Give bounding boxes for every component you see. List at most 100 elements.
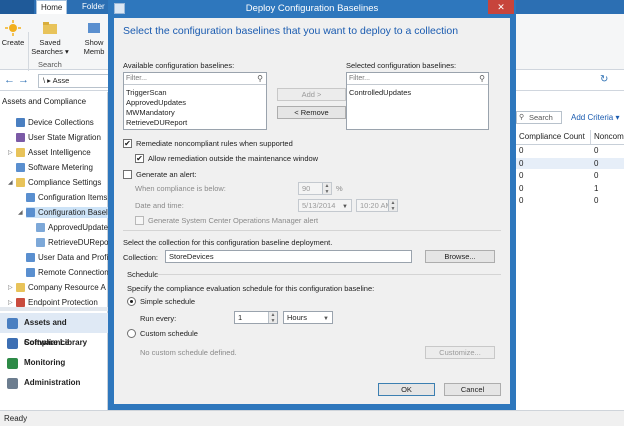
table-cell: 0 bbox=[519, 158, 524, 168]
selected-baselines-list[interactable]: Filter... ⚲ ControlledUpdates bbox=[346, 72, 489, 130]
refresh-icon[interactable]: ↻ bbox=[600, 74, 608, 85]
tree-expander-icon[interactable]: ▷ bbox=[8, 149, 13, 156]
tab-folder[interactable]: Folder bbox=[78, 0, 109, 14]
workspace-icon bbox=[7, 358, 18, 369]
generate-alert-checkbox[interactable] bbox=[123, 170, 132, 179]
tree-item[interactable]: User State Migration bbox=[16, 132, 101, 143]
tree-item[interactable]: RetrieveDUReport bbox=[36, 237, 113, 248]
tree-item[interactable]: Remote Connection P bbox=[26, 267, 116, 278]
status-bar: Ready bbox=[0, 410, 624, 426]
table-cell: 0 bbox=[519, 196, 524, 205]
simple-schedule-radio[interactable] bbox=[127, 297, 136, 306]
tree-node-icon bbox=[16, 283, 25, 293]
saved-searches-button[interactable]: Saved Searches ▾ bbox=[30, 20, 70, 56]
list-item[interactable]: MWMandatory bbox=[126, 108, 175, 118]
tree-item[interactable]: Device Collections bbox=[16, 117, 94, 128]
allow-remediation-checkbox[interactable]: ✔ bbox=[135, 154, 144, 163]
forward-arrow-icon[interactable]: → bbox=[18, 74, 29, 86]
table-cell: 0 bbox=[594, 146, 599, 155]
tree-item[interactable]: Company Resource A bbox=[16, 282, 106, 293]
run-every-unit-select[interactable]: Hours ▼ bbox=[283, 311, 333, 324]
no-custom-schedule-label: No custom schedule defined. bbox=[140, 348, 237, 357]
back-arrow-icon[interactable]: ← bbox=[4, 74, 15, 86]
time-spinner-icon[interactable]: ▲ ▼ bbox=[388, 200, 397, 212]
search-icon: ⚲ bbox=[257, 74, 263, 83]
tree-node-icon bbox=[16, 178, 25, 188]
dialog-titlebar[interactable]: Deploy Configuration Baselines ✕ bbox=[108, 0, 516, 18]
file-tab[interactable] bbox=[0, 0, 34, 14]
tree-expander-icon[interactable]: ▷ bbox=[8, 299, 13, 306]
search-icon: ⚲ bbox=[479, 74, 485, 83]
table-cell: 0 bbox=[519, 146, 524, 155]
create-button[interactable]: Create bbox=[1, 20, 25, 47]
available-baselines-label: Available configuration baselines: bbox=[123, 61, 235, 70]
tree-item[interactable]: Software Metering bbox=[16, 162, 93, 173]
tree-item[interactable]: Compliance Settings bbox=[16, 177, 101, 188]
search-icon: ⚲ bbox=[519, 114, 525, 121]
threshold-spinner-icon[interactable]: ▲ ▼ bbox=[322, 183, 331, 195]
navigation-header: Assets and Compliance bbox=[2, 97, 87, 106]
tree-node-icon bbox=[26, 208, 35, 218]
close-icon[interactable]: ✕ bbox=[488, 0, 514, 14]
alert-date-picker[interactable]: 5/13/2014 ▼ bbox=[298, 199, 352, 212]
selected-baselines-label: Selected configuration baselines: bbox=[346, 61, 457, 70]
tree-item[interactable]: Configuration Items bbox=[26, 192, 107, 203]
percent-label: % bbox=[336, 184, 343, 193]
workspace-item[interactable]: Assets and Compliance bbox=[0, 313, 108, 347]
column-header-divider bbox=[516, 144, 624, 145]
tree-node-icon bbox=[16, 148, 25, 158]
dialog-content: Select the configuration baselines that … bbox=[114, 18, 510, 404]
table-cell: 0 bbox=[594, 171, 599, 180]
dialog-heading: Select the configuration baselines that … bbox=[123, 25, 459, 37]
workspace-icon bbox=[7, 378, 18, 389]
custom-schedule-radio[interactable] bbox=[127, 329, 136, 338]
table-cell: 0 bbox=[594, 158, 599, 168]
table-cell: 0 bbox=[594, 196, 599, 205]
tree-item[interactable]: ApprovedUpdates bbox=[36, 222, 112, 233]
show-members-button[interactable]: Show Memb bbox=[80, 20, 108, 56]
tree-node-icon bbox=[26, 253, 35, 263]
schedule-group-label: Schedule bbox=[127, 270, 159, 279]
list-item[interactable]: RetrieveDUReport bbox=[126, 118, 187, 128]
run-every-spinner-icon[interactable]: ▲ ▼ bbox=[268, 312, 277, 324]
tree-node-icon bbox=[36, 238, 45, 248]
customize-button[interactable]: Customize... bbox=[425, 346, 495, 359]
browse-button[interactable]: Browse... bbox=[425, 250, 495, 263]
workspace-item[interactable]: Monitoring bbox=[0, 353, 108, 373]
remediate-checkbox[interactable]: ✔ bbox=[123, 139, 132, 148]
list-item[interactable]: ControlledUpdates bbox=[349, 88, 411, 98]
chevron-down-icon: ▼ bbox=[323, 316, 329, 322]
navigation-pane: Assets and Compliance Device Collections… bbox=[0, 92, 116, 410]
run-every-input[interactable]: 1 ▲ ▼ bbox=[234, 311, 278, 324]
collection-input[interactable]: StoreDevices bbox=[165, 250, 412, 263]
column-header-compliance-count[interactable]: Compliance Count bbox=[516, 130, 591, 144]
available-baselines-list[interactable]: Filter... ⚲ TriggerScan ApprovedUpdates MW… bbox=[123, 72, 267, 130]
tree-item[interactable]: Asset Intelligence bbox=[16, 147, 91, 158]
workspace-item[interactable]: Administration bbox=[0, 373, 108, 393]
tab-home[interactable]: Home bbox=[36, 0, 68, 14]
tree-expander-icon[interactable]: ◢ bbox=[18, 209, 23, 216]
scom-alert-checkbox[interactable] bbox=[135, 216, 144, 225]
table-cell: 0 bbox=[519, 183, 524, 193]
workspace-item[interactable]: Software Library bbox=[0, 333, 108, 353]
add-button[interactable]: Add > bbox=[277, 88, 346, 101]
ok-button[interactable]: OK bbox=[378, 383, 435, 396]
deploy-baselines-dialog: Deploy Configuration Baselines ✕ Select … bbox=[108, 0, 516, 410]
tree-expander-icon[interactable]: ◢ bbox=[8, 179, 13, 186]
selected-filter-input[interactable]: Filter... bbox=[347, 73, 488, 85]
address-path[interactable]: \ ▸ Asse bbox=[38, 74, 118, 88]
tree-expander-icon[interactable]: ▷ bbox=[8, 284, 13, 291]
compliance-threshold-input[interactable]: 90 ▲ ▼ bbox=[298, 182, 332, 195]
add-criteria-link[interactable]: Add Criteria ▾ bbox=[571, 113, 619, 122]
table-cell: 1 bbox=[594, 183, 599, 193]
remove-button[interactable]: < Remove bbox=[277, 106, 346, 119]
list-item[interactable]: ApprovedUpdates bbox=[126, 98, 186, 108]
list-item[interactable]: TriggerScan bbox=[126, 88, 167, 98]
tree-item[interactable]: User Data and Profile bbox=[26, 252, 114, 263]
cancel-button[interactable]: Cancel bbox=[444, 383, 501, 396]
tree-item[interactable]: Configuration Baselin bbox=[26, 207, 115, 218]
alert-time-picker[interactable]: 10:20 AM ▲ ▼ bbox=[356, 199, 398, 212]
date-time-label: Date and time: bbox=[135, 201, 184, 210]
column-header-noncompliant[interactable]: Noncomp bbox=[591, 130, 624, 144]
available-filter-input[interactable]: Filter... bbox=[124, 73, 266, 85]
